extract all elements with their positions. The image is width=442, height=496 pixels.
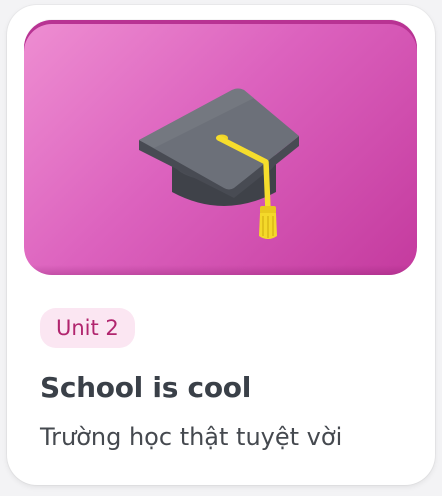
lesson-title: School is cool	[40, 371, 251, 404]
graduation-cap-icon	[139, 88, 299, 239]
lesson-subtitle: Trường học thật tuyệt vời	[40, 423, 343, 451]
lesson-card[interactable]: Unit 2 School is cool Trường học thật tu…	[7, 5, 435, 485]
lesson-banner	[24, 20, 417, 275]
unit-badge: Unit 2	[40, 308, 135, 348]
